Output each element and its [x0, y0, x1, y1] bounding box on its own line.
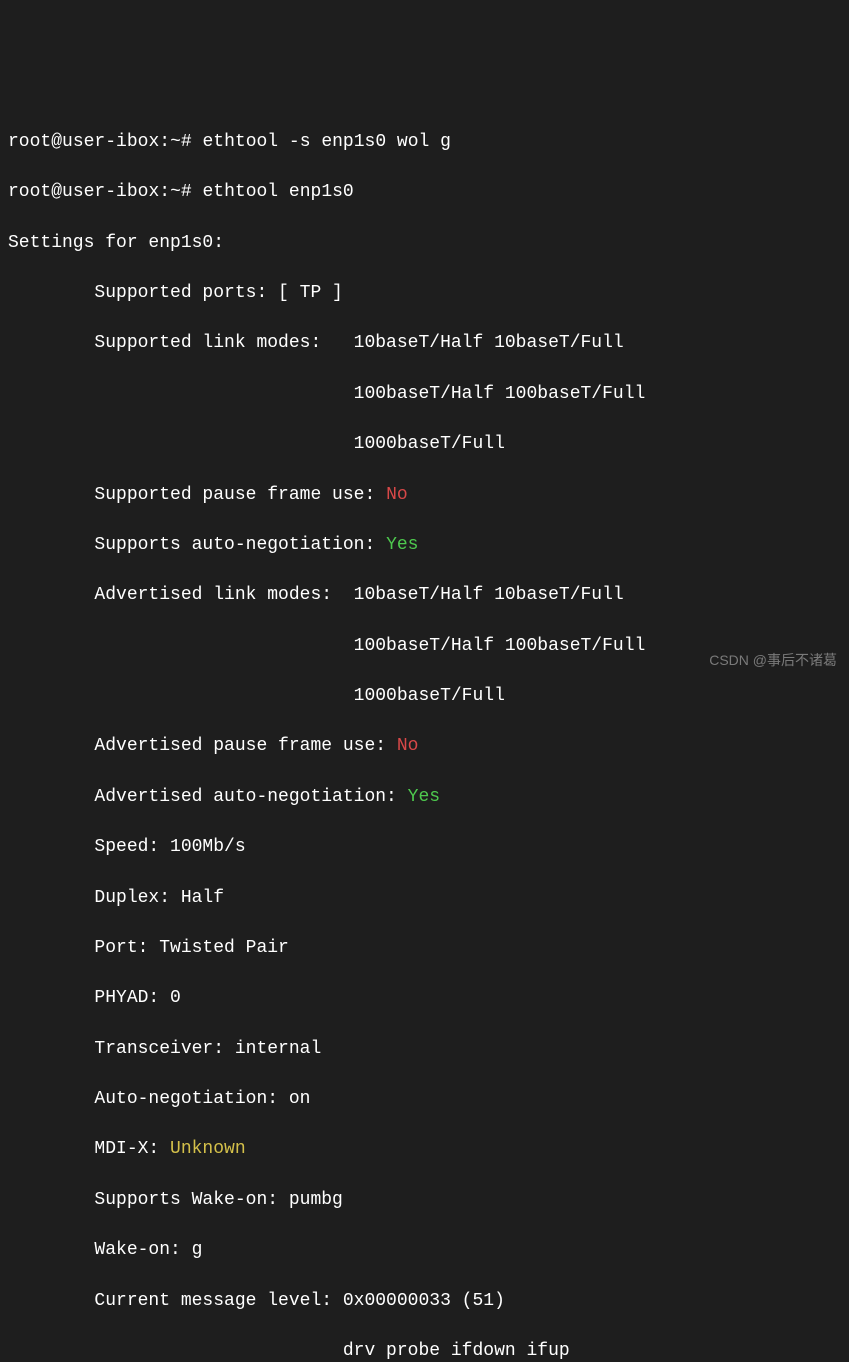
duplex: Duplex: Half — [8, 886, 841, 911]
msg-level-2: drv probe ifdown ifup — [8, 1339, 841, 1362]
advertised-pause-label: Advertised pause frame use: — [8, 736, 397, 756]
prompt-symbol: # — [181, 132, 192, 152]
prompt-line-2: root@user-ibox:~# ethtool enp1s0 — [8, 180, 841, 205]
supports-wol: Supports Wake-on: pumbg — [8, 1188, 841, 1213]
advertised-auto-neg-value: Yes — [408, 787, 440, 807]
supported-link-modes-1: Supported link modes: 10baseT/Half 10bas… — [8, 331, 841, 356]
mdi-x-value: Unknown — [170, 1139, 246, 1159]
mdi-x: MDI-X: Unknown — [8, 1137, 841, 1162]
prompt-symbol: # — [181, 182, 192, 202]
auto-neg: Auto-negotiation: on — [8, 1087, 841, 1112]
mdi-x-label: MDI-X: — [8, 1139, 170, 1159]
prompt-host: user-ibox — [62, 132, 159, 152]
command-2: ethtool enp1s0 — [203, 182, 354, 202]
prompt-path: ~ — [170, 132, 181, 152]
supports-auto-neg-label: Supports auto-negotiation: — [8, 535, 386, 555]
supports-auto-neg: Supports auto-negotiation: Yes — [8, 533, 841, 558]
settings-header: Settings for enp1s0: — [8, 231, 841, 256]
advertised-auto-neg-label: Advertised auto-negotiation: — [8, 787, 408, 807]
supported-link-modes-3: 1000baseT/Full — [8, 432, 841, 457]
supported-link-modes-2: 100baseT/Half 100baseT/Full — [8, 382, 841, 407]
port: Port: Twisted Pair — [8, 936, 841, 961]
advertised-link-modes-1: Advertised link modes: 10baseT/Half 10ba… — [8, 583, 841, 608]
transceiver: Transceiver: internal — [8, 1037, 841, 1062]
advertised-pause: Advertised pause frame use: No — [8, 734, 841, 759]
msg-level-1: Current message level: 0x00000033 (51) — [8, 1289, 841, 1314]
advertised-link-modes-3: 1000baseT/Full — [8, 684, 841, 709]
supported-pause-label: Supported pause frame use: — [8, 485, 386, 505]
prompt-user: root — [8, 182, 51, 202]
command-1: ethtool -s enp1s0 wol g — [203, 132, 451, 152]
speed: Speed: 100Mb/s — [8, 835, 841, 860]
supported-ports: Supported ports: [ TP ] — [8, 281, 841, 306]
advertised-pause-value: No — [397, 736, 419, 756]
watermark: CSDN @事后不诸葛 — [709, 651, 837, 671]
advertised-auto-neg: Advertised auto-negotiation: Yes — [8, 785, 841, 810]
prompt-path: ~ — [170, 182, 181, 202]
wake-on: Wake-on: g — [8, 1238, 841, 1263]
supports-auto-neg-value: Yes — [386, 535, 418, 555]
terminal-output: root@user-ibox:~# ethtool -s enp1s0 wol … — [8, 105, 841, 1362]
prompt-user: root — [8, 132, 51, 152]
prompt-line-1: root@user-ibox:~# ethtool -s enp1s0 wol … — [8, 130, 841, 155]
prompt-host: user-ibox — [62, 182, 159, 202]
supported-pause: Supported pause frame use: No — [8, 483, 841, 508]
phyad: PHYAD: 0 — [8, 986, 841, 1011]
supported-pause-value: No — [386, 485, 408, 505]
